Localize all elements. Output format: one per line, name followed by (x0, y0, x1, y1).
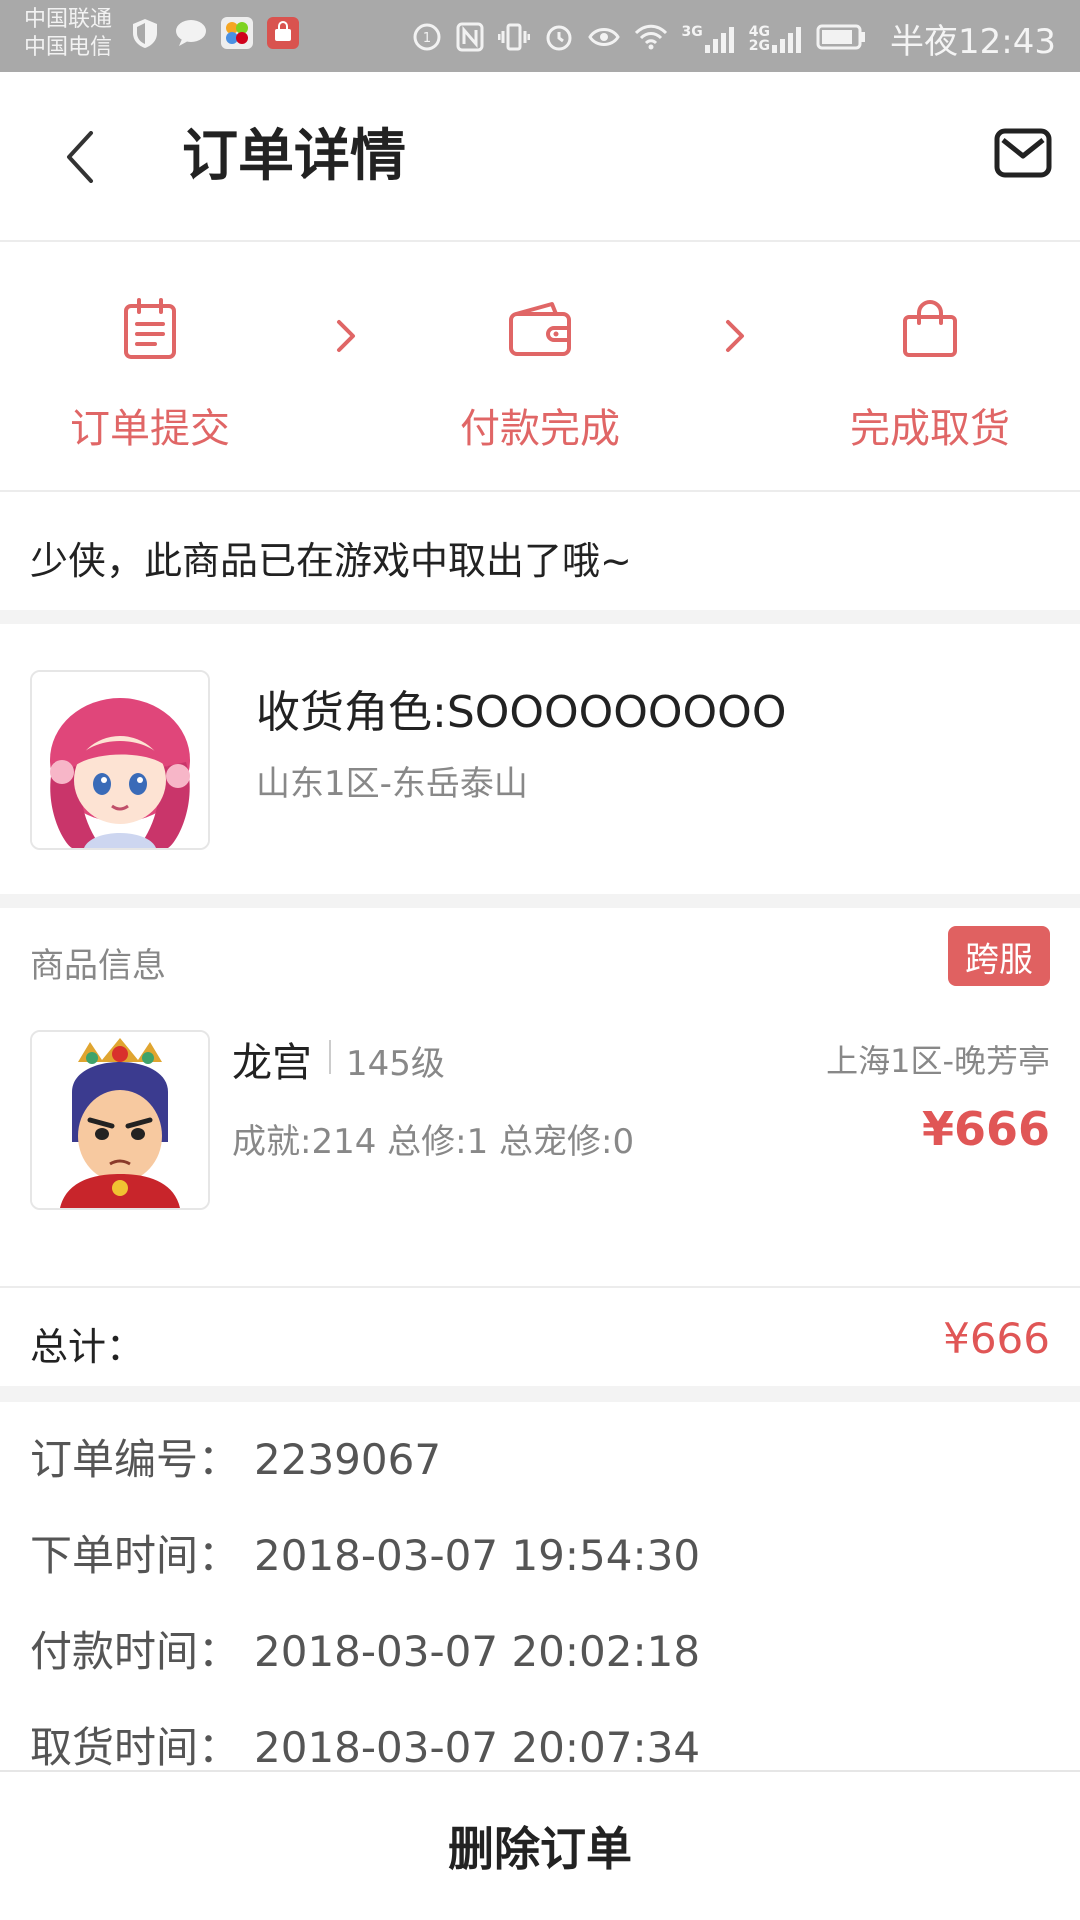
goods-section-title: 商品信息 (30, 946, 166, 986)
goods-server: 上海1区-晚芳亭 (826, 1042, 1050, 1080)
step-pickup-complete: 完成取货 (810, 294, 1050, 454)
info-label: 下单时间： (30, 1531, 241, 1580)
wallet-icon (420, 294, 660, 364)
mail-icon (994, 128, 1052, 178)
eye-icon (587, 25, 620, 53)
clipboard-icon (30, 294, 270, 364)
app-store-icon (266, 16, 300, 50)
order-total: 总计： ¥666 (0, 1290, 1080, 1386)
alarm-icon (544, 22, 574, 56)
vibrate-icon (497, 22, 531, 56)
info-value: 2239067 (254, 1435, 442, 1484)
step-label: 订单提交 (70, 406, 230, 452)
step-payment-complete: 付款完成 (420, 294, 660, 454)
notice-text: 少侠，此商品已在游戏中取出了哦~ (30, 539, 632, 583)
info-value: 2018-03-07 20:02:18 (254, 1627, 701, 1676)
info-label: 订单编号： (30, 1435, 241, 1484)
app-header: 订单详情 (0, 72, 1080, 242)
wifi-icon (634, 23, 668, 55)
battery-icon (816, 24, 866, 54)
clock: 半夜12:43 (890, 22, 1056, 62)
back-button[interactable] (50, 124, 110, 190)
bag-icon (810, 294, 1050, 364)
receiver-role-name: 收货角色:SOOOOOOOOO (256, 687, 787, 738)
data-saver-icon: 1 (412, 22, 442, 56)
goods-level: 145级 (346, 1044, 445, 1084)
chevron-right-icon (726, 320, 744, 352)
app-photos-icon (220, 16, 254, 50)
nfc-icon (456, 22, 484, 56)
step-label: 完成取货 (850, 406, 1010, 452)
status-notice: 少侠，此商品已在游戏中取出了哦~ (0, 494, 1080, 610)
svg-text:1: 1 (422, 31, 430, 46)
section-divider (0, 1386, 1080, 1402)
info-value: 2018-03-07 20:07:34 (254, 1723, 701, 1772)
carrier-info: 中国联通 中国电信 (24, 6, 112, 62)
info-label: 取货时间： (30, 1723, 241, 1772)
goods-stats: 成就:214 总修:1 总宠修:0 (232, 1122, 635, 1162)
order-info-list: 订单编号： 2239067 下单时间： 2018-03-07 19:54:30 付款… (0, 1402, 1080, 1772)
signal-3g-icon: 3G (682, 25, 735, 53)
payment-time-row: 付款时间： 2018-03-07 20:02:18 (30, 1618, 700, 1679)
order-time-row: 下单时间： 2018-03-07 19:54:30 (30, 1522, 700, 1583)
info-value: 2018-03-07 19:54:30 (254, 1531, 701, 1580)
chevron-left-icon (67, 131, 93, 183)
section-divider (0, 610, 1080, 624)
carrier-2: 中国电信 (24, 35, 113, 60)
notification-icons (128, 16, 300, 50)
goods-avatar (30, 1030, 210, 1210)
info-label: 付款时间： (30, 1627, 241, 1676)
section-divider (0, 894, 1080, 908)
goods-info-card[interactable]: 商品信息 跨服 龙宫 145级 上海1区-晚芳亭 成就:214 总修:1 总宠修… (0, 908, 1080, 1288)
delete-order-button[interactable]: 删除订单 (0, 1772, 1080, 1920)
signal-4g-icon: 4G 2G (749, 25, 802, 53)
step-order-submitted: 订单提交 (30, 294, 270, 454)
divider (329, 1040, 331, 1074)
goods-price: ¥666 (921, 1102, 1050, 1156)
message-button[interactable] (994, 128, 1054, 184)
status-bar: 中国联通 中国电信 1 3G 4G 2G 半夜12:43 (0, 0, 1080, 72)
pickup-time-row: 取货时间： 2018-03-07 20:07:34 (30, 1714, 700, 1775)
total-value: ¥666 (943, 1314, 1050, 1363)
cross-server-badge: 跨服 (948, 926, 1050, 986)
goods-name: 龙宫 (232, 1040, 312, 1086)
receiver-avatar (30, 670, 210, 850)
chat-bubble-icon (174, 16, 208, 50)
bottom-action-bar: 删除订单 (0, 1770, 1080, 1920)
chevron-right-icon (337, 320, 355, 352)
system-indicators: 1 3G 4G 2G 半夜12:43 (412, 14, 1056, 63)
order-progress: 订单提交 付款完成 完成取货 (0, 244, 1080, 492)
step-label: 付款完成 (460, 406, 620, 452)
carrier-1: 中国联通 (24, 7, 113, 32)
receiver-card: 收货角色:SOOOOOOOOO 山东1区-东岳泰山 (0, 624, 1080, 894)
shield-icon (128, 16, 162, 50)
total-label: 总计： (30, 1325, 145, 1369)
receiver-server: 山东1区-东岳泰山 (256, 764, 528, 804)
page-title: 订单详情 (182, 124, 406, 189)
order-number-row: 订单编号： 2239067 (30, 1426, 441, 1487)
